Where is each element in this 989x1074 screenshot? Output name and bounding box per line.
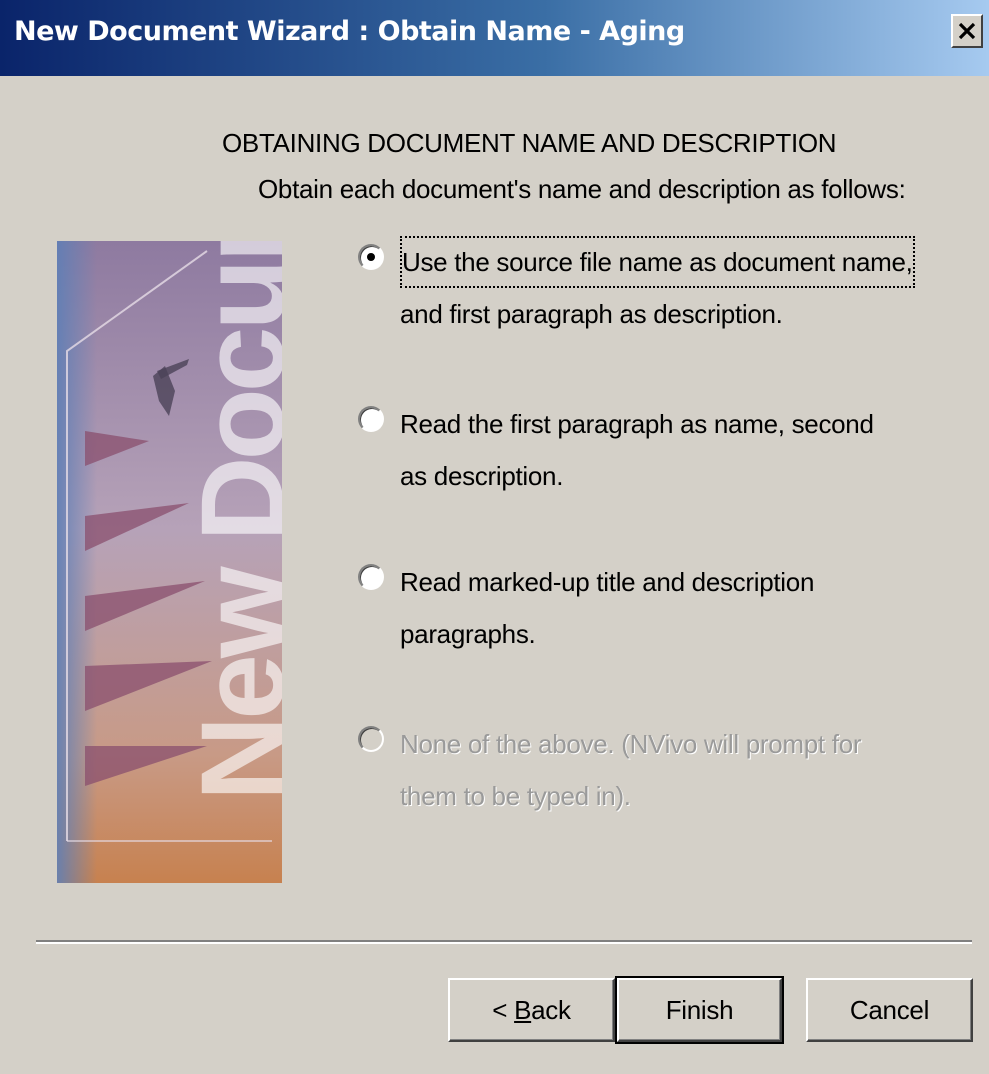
back-button[interactable]: < Back — [448, 978, 615, 1042]
wizard-content: OBTAINING DOCUMENT NAME AND DESCRIPTION … — [0, 76, 989, 1074]
option-label: Read marked-up title and description par… — [400, 556, 814, 660]
cancel-label: Cancel — [849, 994, 930, 1025]
radio-button[interactable] — [358, 406, 384, 432]
wizard-window: New Document Wizard : Obtain Name - Agin… — [0, 0, 989, 1074]
divider — [36, 940, 972, 944]
cancel-button[interactable]: Cancel — [806, 978, 973, 1042]
option-label: None of the above. (NVivo will prompt fo… — [400, 718, 862, 822]
window-title: New Document Wizard : Obtain Name - Agin… — [14, 16, 685, 47]
option-label-line1: Read the first paragraph as name, second — [400, 409, 874, 439]
option-label-line2: paragraphs. — [400, 619, 536, 649]
option-label-line2: as description. — [400, 461, 564, 491]
option-label-line1: Read marked-up title and description — [400, 567, 815, 597]
wizard-banner-image: New Document — [57, 241, 282, 883]
radio-button-disabled — [358, 726, 384, 752]
radio-button-selected[interactable] — [358, 244, 384, 270]
option-label-line2: and first paragraph as description. — [400, 299, 783, 329]
finish-label: Finish — [665, 994, 734, 1025]
finish-button[interactable]: Finish — [615, 976, 784, 1044]
option-label: Use the source file name as document nam… — [400, 236, 915, 340]
back-rest: ack — [531, 994, 571, 1025]
title-bar[interactable]: New Document Wizard : Obtain Name - Agin… — [0, 0, 989, 76]
close-icon — [958, 22, 976, 40]
back-prefix: < — [492, 994, 515, 1025]
close-button[interactable] — [951, 14, 983, 48]
page-heading: OBTAINING DOCUMENT NAME AND DESCRIPTION — [222, 128, 837, 158]
focus-rectangle: Use the source file name as document nam… — [400, 236, 915, 288]
radio-button[interactable] — [358, 564, 384, 590]
option-label-line2: them to be typed in). — [400, 781, 631, 811]
back-mnemonic: B — [514, 994, 532, 1025]
option-label: Read the first paragraph as name, second… — [400, 398, 874, 502]
page-subheading: Obtain each document's name and descript… — [258, 174, 906, 204]
banner-text: New Document — [177, 241, 282, 801]
radio-dot-icon — [367, 253, 375, 261]
option-label-line1: None of the above. (NVivo will prompt fo… — [400, 729, 862, 759]
